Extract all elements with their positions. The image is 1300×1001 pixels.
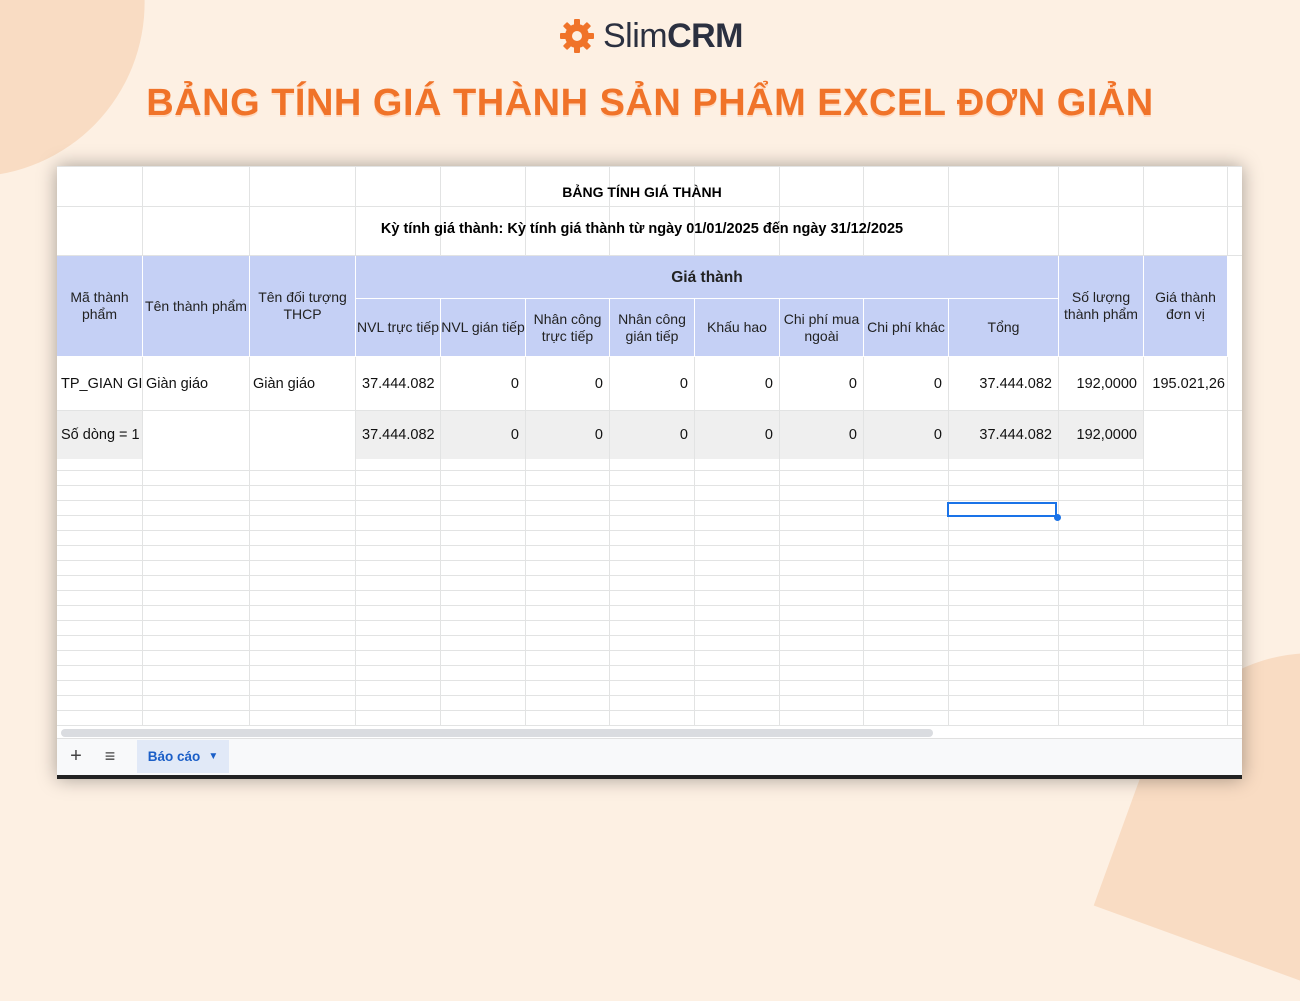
header-tong[interactable]: Tổng — [949, 299, 1059, 357]
header-ma-thanh-pham[interactable]: Mã thành phẩm — [57, 256, 143, 357]
selected-cell[interactable] — [947, 502, 1057, 517]
table-cell[interactable]: 0 — [780, 357, 864, 410]
table-cell[interactable]: Số dòng = 1 — [57, 411, 143, 459]
table-cell[interactable]: 0 — [695, 411, 780, 459]
table-cell[interactable]: 0 — [695, 357, 780, 410]
spreadsheet-grid[interactable]: BẢNG TÍNH GIÁ THÀNH Kỳ tính giá thành: K… — [57, 166, 1242, 731]
header-chi-phi-khac[interactable]: Chi phí khác — [864, 299, 949, 357]
table-cell[interactable]: 0 — [610, 357, 695, 410]
plus-icon[interactable]: + — [65, 745, 87, 767]
header-gia-thanh-group[interactable]: Giá thành — [356, 256, 1059, 299]
table-cell[interactable] — [250, 411, 356, 459]
table-cell[interactable]: 0 — [864, 411, 949, 459]
table-cell[interactable]: 0 — [526, 411, 610, 459]
table-cell[interactable]: 0 — [526, 357, 610, 410]
grid-lines — [57, 456, 1242, 731]
header-ten-thanh-pham[interactable]: Tên thành phẩm — [143, 256, 250, 357]
brand-logo: SlimCRM — [0, 16, 1300, 56]
header-so-luong[interactable]: Số lượng thành phẩm — [1059, 256, 1144, 357]
table-cell[interactable]: 0 — [610, 411, 695, 459]
brand-name: SlimCRM — [602, 16, 744, 55]
gear-icon — [559, 19, 594, 53]
header-nhan-cong-truc-tiep[interactable]: Nhân công trực tiếp — [526, 299, 610, 357]
page-headline: BẢNG TÍNH GIÁ THÀNH SẢN PHẨM EXCEL ĐƠN G… — [146, 82, 1154, 124]
caret-down-icon[interactable]: ▼ — [208, 751, 218, 762]
table-cell[interactable]: 37.444.082 — [949, 411, 1059, 459]
header-khau-hao[interactable]: Khấu hao — [695, 299, 780, 357]
table-cell[interactable] — [1144, 411, 1228, 459]
header-nvl-gian-tiep[interactable]: NVL gián tiếp — [441, 299, 526, 357]
table-cell[interactable]: 0 — [780, 411, 864, 459]
table-cell[interactable] — [143, 411, 250, 459]
table-cell[interactable]: 37.444.082 — [949, 357, 1059, 410]
fill-handle[interactable] — [1054, 514, 1061, 521]
table-cell[interactable]: 192,0000 — [1059, 357, 1144, 410]
sheet-tab-label: Báo cáo — [147, 749, 201, 764]
sheet-tab-bao-cao[interactable]: Báo cáo ▼ — [137, 740, 229, 773]
table-cell[interactable]: 37.444.082 — [356, 411, 441, 459]
table-cell[interactable]: 195.021,26 — [1144, 357, 1228, 410]
sheet-title: BẢNG TÍNH GIÁ THÀNH — [562, 184, 722, 200]
table-cell[interactable]: 192,0000 — [1059, 411, 1144, 459]
header-ten-doi-tuong[interactable]: Tên đối tượng THCP — [250, 256, 356, 357]
horizontal-scrollbar-thumb[interactable] — [61, 729, 933, 737]
table-cell[interactable]: Giàn giáo — [143, 357, 250, 410]
header-gia-thanh-don-vi[interactable]: Giá thành đơn vị — [1144, 256, 1228, 357]
table-cell[interactable]: 37.444.082 — [356, 357, 441, 410]
spreadsheet-window: BẢNG TÍNH GIÁ THÀNH Kỳ tính giá thành: K… — [57, 166, 1242, 779]
sheet-tab-bar: + ≡ Báo cáo ▼ — [57, 738, 1242, 775]
table-cell[interactable]: Giàn giáo — [250, 357, 356, 410]
menu-icon[interactable]: ≡ — [99, 745, 121, 767]
table-cell[interactable]: 0 — [441, 357, 526, 410]
table-cell[interactable]: 0 — [864, 357, 949, 410]
header-chi-phi-mua-ngoai[interactable]: Chi phí mua ngoài — [780, 299, 864, 357]
header-nvl-truc-tiep[interactable]: NVL trực tiếp — [356, 299, 441, 357]
table-cell[interactable]: TP_GIAN GI — [57, 357, 143, 410]
header-nhan-cong-gian-tiep[interactable]: Nhân công gián tiếp — [610, 299, 695, 357]
table-cell[interactable]: 0 — [441, 411, 526, 459]
sheet-period: Kỳ tính giá thành: Kỳ tính giá thành từ … — [380, 221, 904, 237]
